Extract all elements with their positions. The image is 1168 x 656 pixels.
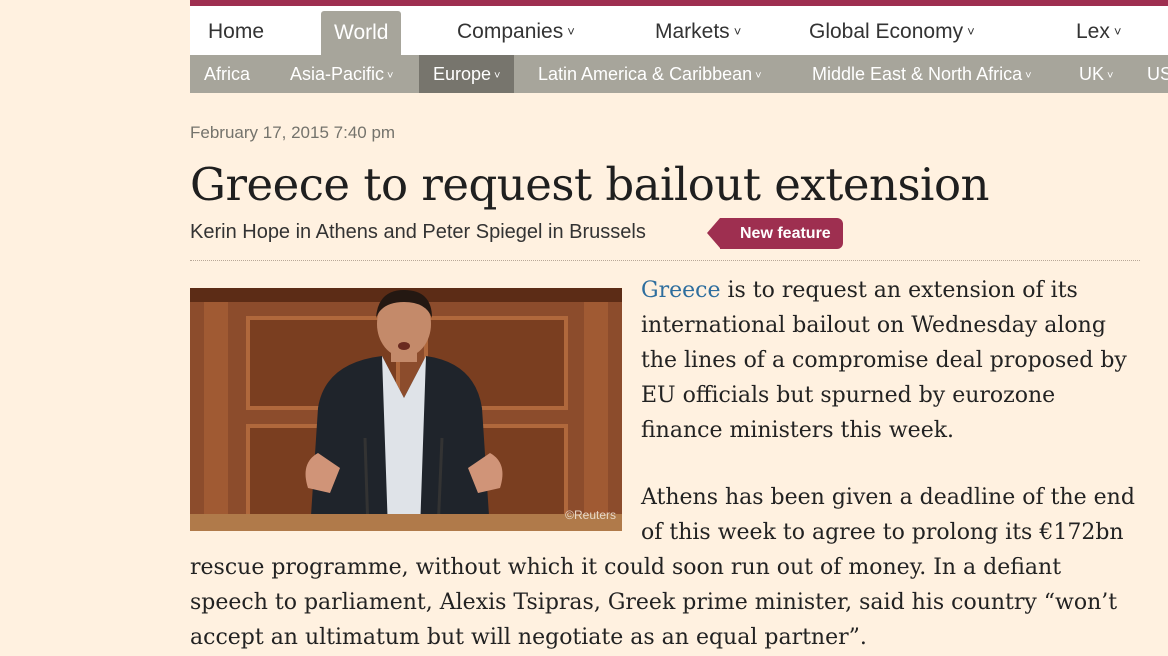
chevron-down-icon: ˅: [967, 24, 975, 39]
chevron-down-icon: ˅: [567, 24, 575, 39]
nav-global-economy[interactable]: Global Economy ˅: [809, 6, 975, 55]
nav-world[interactable]: World: [321, 11, 402, 55]
article-paragraph-2b: rescue programme, without which it could…: [190, 555, 1118, 650]
subnav-asia-pacific[interactable]: Asia-Pacific ˅: [290, 55, 393, 93]
chevron-down-icon: ˅: [755, 70, 762, 82]
subnav-latin-america-caribbean[interactable]: Latin America & Caribbean ˅: [538, 55, 762, 93]
new-feature-badge[interactable]: New feature: [707, 218, 843, 249]
nav-companies[interactable]: Companies ˅: [457, 6, 575, 55]
chevron-down-icon: ˅: [387, 70, 394, 82]
subnav-middle-east-north-africa[interactable]: Middle East & North Africa ˅: [812, 55, 1032, 93]
sub-navigation: Africa Asia-Pacific ˅ Europe ˅ Latin Ameri…: [190, 55, 1168, 93]
article-paragraph-1: Greece is to request an extension of its…: [641, 278, 1127, 443]
article-date: February 17, 2015 7:40 pm: [190, 123, 396, 142]
photo-credit: ©Reuters: [565, 508, 616, 522]
chevron-down-icon: ˅: [1025, 70, 1032, 82]
article-photo: ©Reuters: [190, 288, 622, 531]
article-byline[interactable]: Kerin Hope in Athens and Peter Spiegel i…: [190, 221, 646, 244]
subnav-us[interactable]: US: [1147, 55, 1168, 93]
subnav-uk[interactable]: UK ˅: [1079, 55, 1113, 93]
chevron-down-icon: ˅: [733, 24, 742, 39]
subnav-europe[interactable]: Europe ˅: [419, 55, 515, 93]
greece-link[interactable]: Greece: [641, 278, 720, 303]
nav-home[interactable]: Home: [208, 6, 264, 55]
divider: [190, 260, 1140, 261]
article-paragraph-2a: Athens has been given a deadline of the …: [641, 485, 1135, 545]
speaker-at-podium-image: [190, 288, 622, 531]
subnav-africa[interactable]: Africa: [204, 55, 250, 93]
chevron-down-icon: ˅: [1107, 70, 1114, 82]
nav-markets[interactable]: Markets ˅: [655, 6, 741, 55]
article-headline: Greece to request bailout extension: [190, 158, 990, 211]
chevron-down-icon: ˅: [494, 70, 501, 82]
nav-lex[interactable]: Lex ˅: [1076, 6, 1121, 55]
main-navigation: Home World Companies ˅ Markets ˅ Global Ec…: [190, 6, 1168, 55]
chevron-down-icon: ˅: [1113, 24, 1122, 39]
